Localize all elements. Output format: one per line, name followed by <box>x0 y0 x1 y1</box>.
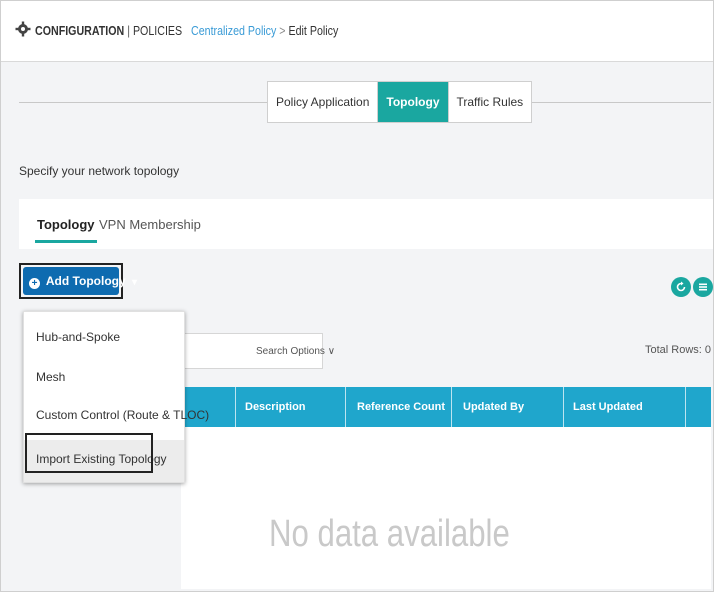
page-header: CONFIGURATION | POLICIES Centralized Pol… <box>1 1 713 62</box>
table-body <box>181 427 711 589</box>
total-rows-count: Total Rows: 0 <box>644 344 711 356</box>
header-separator: | <box>127 23 130 38</box>
menu-icon[interactable] <box>693 277 713 297</box>
menu-item-hub-and-spoke[interactable]: Hub-and-Spoke <box>36 330 120 344</box>
column-header-last-updated[interactable]: Last Updated <box>573 387 643 427</box>
instruction-text: Specify your network topology <box>19 164 180 178</box>
breadcrumb-link-centralized-policy[interactable]: Centralized Policy <box>191 23 276 38</box>
menu-item-mesh[interactable]: Mesh <box>36 370 65 384</box>
subtab-topology[interactable]: Topology <box>35 217 97 243</box>
search-options-dropdown[interactable]: Search Options ∨ <box>181 333 335 369</box>
column-divider <box>685 387 686 427</box>
column-header-updated-by[interactable]: Updated By <box>463 387 524 427</box>
menu-item-custom-control[interactable]: Custom Control (Route & TLOC) <box>36 408 209 422</box>
section-title: CONFIGURATION <box>35 23 125 38</box>
breadcrumb: CONFIGURATION | POLICIES Centralized Pol… <box>35 23 338 38</box>
gear-icon <box>15 21 31 37</box>
column-divider <box>235 387 236 427</box>
tab-topology[interactable]: Topology <box>378 82 449 122</box>
policy-tab-group: Policy Application Topology Traffic Rule… <box>267 81 533 123</box>
subtab-vpn-membership[interactable]: VPN Membership <box>99 217 201 232</box>
add-topology-button[interactable]: + Add Topology ▾ <box>23 267 137 295</box>
column-header-reference-count[interactable]: Reference Count <box>357 387 445 427</box>
tab-policy-application[interactable]: Policy Application <box>268 82 379 122</box>
plus-icon: + <box>29 278 40 289</box>
divider-left <box>19 102 267 103</box>
subsection-title: POLICIES <box>132 23 183 38</box>
caret-down-icon: ▾ <box>132 277 138 288</box>
table-header: Description Reference Count Updated By L… <box>181 387 711 427</box>
breadcrumb-current: Edit Policy <box>288 23 339 38</box>
column-divider <box>345 387 346 427</box>
column-header-description[interactable]: Description <box>245 387 306 427</box>
import-topology-highlight <box>25 433 153 473</box>
tab-traffic-rules[interactable]: Traffic Rules <box>449 82 532 122</box>
column-divider <box>451 387 452 427</box>
app-frame: CONFIGURATION | POLICIES Centralized Pol… <box>0 0 714 592</box>
sub-tab-bar: Topology VPN Membership <box>19 199 713 249</box>
empty-state-message: No data available <box>269 513 510 555</box>
column-divider <box>563 387 564 427</box>
add-topology-label: Add Topology <box>45 274 126 288</box>
breadcrumb-arrow: > <box>279 23 286 38</box>
refresh-icon[interactable] <box>671 277 691 297</box>
